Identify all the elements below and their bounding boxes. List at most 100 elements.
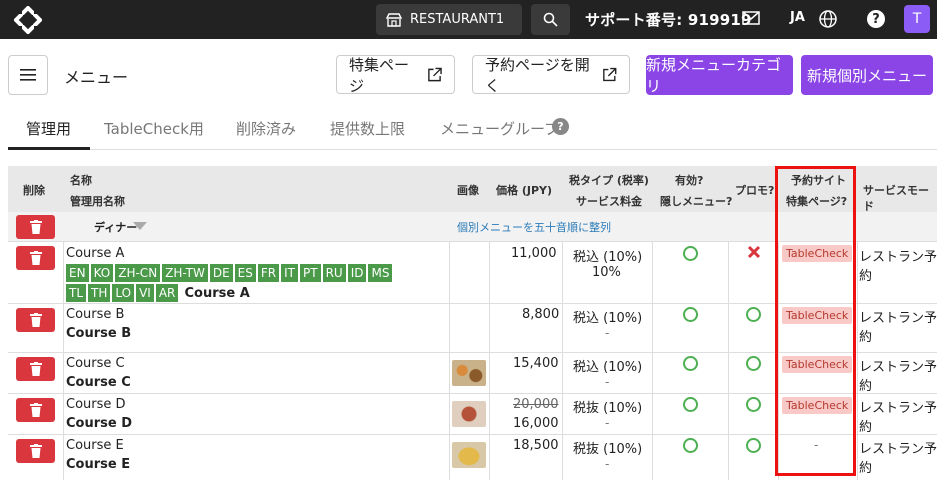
- item-service-fee: -: [605, 326, 610, 340]
- service-mode: レストラン予: [859, 442, 937, 457]
- tab-admin[interactable]: 管理用: [26, 118, 71, 139]
- service-mode-cont: 約: [859, 379, 873, 394]
- enabled-check-icon[interactable]: [683, 356, 698, 371]
- tab-deleted[interactable]: 削除済み: [236, 118, 296, 139]
- tab-limits[interactable]: 提供数上限: [330, 118, 405, 139]
- new-menu-category-button[interactable]: 新規メニューカテゴリ: [646, 55, 793, 95]
- lang-tag: FR: [257, 264, 280, 282]
- lang-tag: PT: [300, 264, 321, 282]
- lang-tag: MS: [368, 264, 393, 282]
- item-service-fee: 10%: [592, 265, 621, 280]
- tab-menu-groups[interactable]: メニューグループ: [440, 118, 559, 139]
- item-tax: 税抜 (10%): [573, 442, 643, 457]
- feature-page-label: 特集ページ: [349, 55, 410, 95]
- lang-tag: TH: [88, 284, 111, 302]
- item-thumbnail-image[interactable]: [452, 442, 486, 468]
- promo-check-icon[interactable]: [746, 307, 761, 322]
- delete-group-button[interactable]: [16, 215, 55, 239]
- sort-alphabetical-link[interactable]: 個別メニューを五十音順に整列: [457, 219, 611, 235]
- trash-icon: [29, 220, 42, 234]
- app-logo-icon[interactable]: [14, 6, 42, 34]
- promo-check-icon[interactable]: [746, 438, 761, 453]
- page-title: メニュー: [64, 68, 129, 87]
- delete-item-button[interactable]: [16, 398, 55, 422]
- item-name[interactable]: Course C: [66, 356, 125, 371]
- restaurant-name: RESTAURANT1: [410, 12, 505, 27]
- lang-tag: TL: [66, 284, 87, 302]
- menu-toggle-button[interactable]: [8, 55, 48, 95]
- item-admin-name: Course D: [66, 416, 133, 431]
- item-price: 15,400: [513, 356, 559, 371]
- feature-page-button[interactable]: 特集ページ: [336, 55, 455, 95]
- item-tax: 税込 (10%): [573, 250, 643, 265]
- support-number: サポート番号: 919919: [585, 11, 752, 29]
- caret-down-icon[interactable]: [133, 222, 147, 230]
- lang-tag: RU: [322, 264, 346, 282]
- lang-tag: IT: [281, 264, 298, 282]
- active-tab-indicator: [8, 147, 90, 150]
- item-admin-name: Course B: [66, 326, 132, 341]
- service-mode-cont: 約: [859, 269, 873, 284]
- promo-check-icon[interactable]: [746, 397, 761, 412]
- external-link-icon: [603, 67, 617, 81]
- service-mode: レストラン予: [859, 311, 937, 326]
- item-name[interactable]: Course B: [66, 307, 124, 322]
- new-menu-item-button[interactable]: 新規個別メニュー: [801, 55, 933, 95]
- lang-tag: EN: [66, 264, 89, 282]
- lang-tag: ID: [347, 264, 367, 282]
- item-service-fee: -: [605, 375, 610, 389]
- lang-tag: ES: [234, 264, 256, 282]
- item-tax: 税込 (10%): [573, 311, 643, 326]
- enabled-check-icon[interactable]: [683, 246, 698, 261]
- search-button[interactable]: [531, 4, 570, 35]
- globe-icon[interactable]: [818, 9, 838, 29]
- service-mode: レストラン予: [859, 360, 937, 375]
- item-admin-name: Course E: [66, 457, 131, 472]
- col-service-fee: サービス料金: [576, 195, 642, 208]
- delete-item-button[interactable]: [16, 308, 55, 332]
- lang-tag: KO: [90, 264, 114, 282]
- help-icon[interactable]: ?: [867, 10, 885, 28]
- promo-check-icon[interactable]: [746, 356, 761, 371]
- search-icon: [543, 12, 558, 27]
- item-tax: 税込 (10%): [573, 360, 643, 375]
- item-original-price: 20,000: [513, 397, 559, 412]
- language-tags: EN KO ZH-CN ZH-TW DE ES FR IT PT RU ID MS: [66, 264, 446, 282]
- language-selector[interactable]: JA: [790, 10, 805, 25]
- delete-item-button[interactable]: [16, 439, 55, 463]
- item-thumbnail-image[interactable]: [452, 401, 486, 427]
- promo-cross-icon[interactable]: [747, 245, 761, 259]
- item-price: 18,500: [513, 438, 559, 453]
- delete-item-button[interactable]: [16, 357, 55, 381]
- col-tax-type: 税タイプ (税率): [569, 174, 649, 187]
- item-service-fee: -: [605, 416, 610, 430]
- open-booking-page-button[interactable]: 予約ページを開く: [472, 55, 630, 95]
- item-thumbnail-image[interactable]: [452, 360, 486, 386]
- restaurant-selector[interactable]: RESTAURANT1: [376, 4, 522, 35]
- lang-tag: ZH-TW: [162, 264, 208, 282]
- language-tags-2: TL TH LO VI AR Course A: [66, 284, 456, 302]
- external-link-icon: [428, 67, 442, 81]
- trash-icon: [29, 313, 42, 327]
- item-tax: 税抜 (10%): [573, 401, 643, 416]
- enabled-check-icon[interactable]: [683, 307, 698, 322]
- item-name[interactable]: Course E: [66, 438, 124, 453]
- col-name: 名称: [70, 174, 92, 187]
- delete-item-button[interactable]: [16, 246, 55, 270]
- enabled-check-icon[interactable]: [683, 397, 698, 412]
- lang-tag: AR: [155, 284, 179, 302]
- help-icon[interactable]: ?: [552, 118, 569, 135]
- trash-icon: [29, 403, 42, 417]
- col-enabled: 有効?: [675, 174, 704, 187]
- col-promo: プロモ?: [735, 184, 775, 197]
- mail-icon[interactable]: [742, 11, 760, 25]
- item-name[interactable]: Course D: [66, 397, 126, 412]
- avatar[interactable]: T: [904, 5, 930, 33]
- tab-tablecheck[interactable]: TableCheck用: [104, 118, 204, 139]
- store-icon: [386, 12, 402, 27]
- enabled-check-icon[interactable]: [683, 438, 698, 453]
- item-name[interactable]: Course A: [66, 246, 124, 261]
- top-bar: RESTAURANT1 サポート番号: 919919 JA ? T: [0, 0, 937, 39]
- group-name[interactable]: ディナー: [94, 219, 137, 235]
- item-price: 11,000: [511, 246, 557, 261]
